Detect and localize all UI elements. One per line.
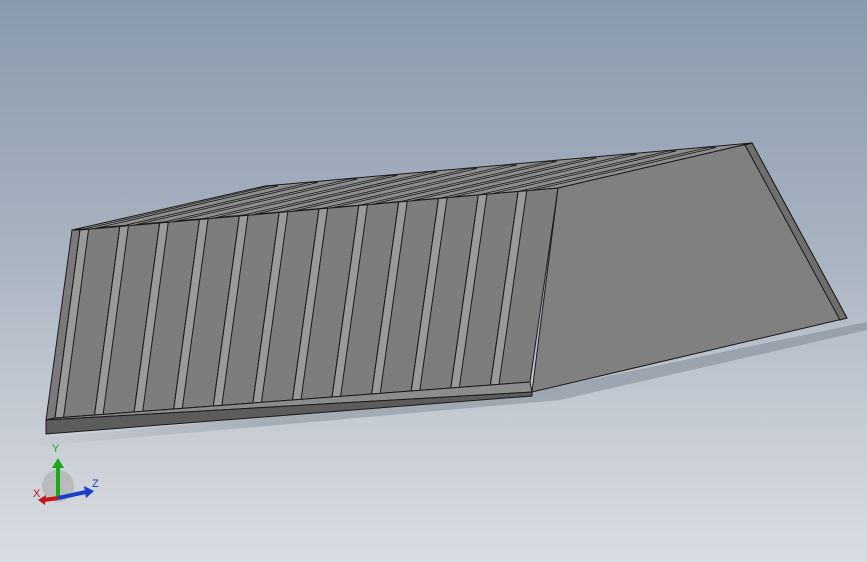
x-axis-label: X: [33, 488, 41, 500]
x-axis-arrow: [43, 496, 59, 502]
y-axis-label: Y: [52, 443, 60, 455]
ramp-model[interactable]: [0, 0, 867, 562]
y-axis-head: [52, 458, 64, 468]
axis-triad[interactable]: Y Z X: [28, 440, 108, 510]
graphics-viewport[interactable]: Y Z X: [0, 0, 867, 562]
z-axis-label: Z: [92, 478, 99, 490]
